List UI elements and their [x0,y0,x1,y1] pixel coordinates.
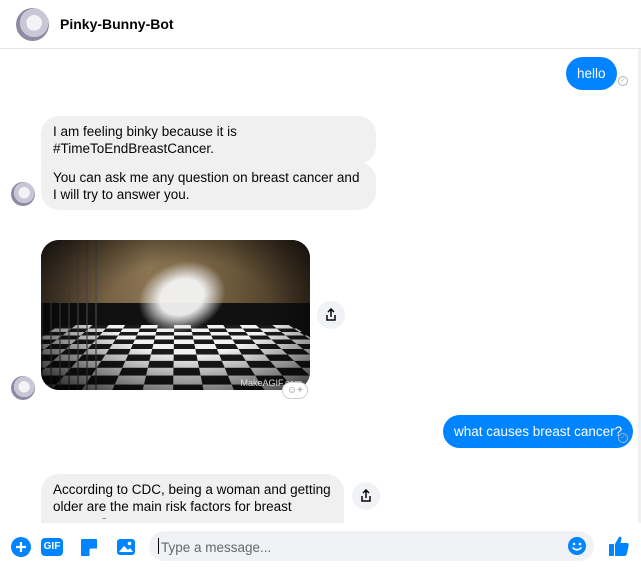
sticker-icon [81,539,97,556]
share-icon [326,308,336,321]
share-button[interactable] [352,482,380,510]
add-button[interactable] [10,536,32,558]
message-input-wrapper [149,531,594,561]
gif-icon: GIF [41,538,63,556]
bot-avatar[interactable] [11,182,35,206]
incoming-message[interactable]: I am feeling binky because it is #TimeTo… [41,116,376,164]
outgoing-message[interactable]: what causes breast cancer? [443,415,634,448]
bot-avatar[interactable] [11,376,35,400]
like-button[interactable] [606,533,632,559]
share-button[interactable] [317,301,345,329]
smiley-icon [568,537,586,555]
plus-icon [11,537,31,557]
image-icon [117,539,135,555]
incoming-message[interactable]: According to CDC, being a woman and gett… [41,474,344,523]
photo-button[interactable] [115,536,137,558]
incoming-message[interactable]: You can ask me any question on breast ca… [41,162,376,210]
chat-header: Pinky-Bunny-Bot [0,0,641,49]
outgoing-message[interactable]: hello [566,57,617,90]
gif-attachment[interactable]: MakeAGIF.com [41,240,310,390]
message-list[interactable]: hello ✓ I am feeling binky because it is… [0,49,641,523]
share-icon [361,489,371,502]
sticker-button[interactable] [78,536,100,558]
thumbs-up-icon [609,536,629,556]
bot-avatar[interactable] [16,8,49,41]
message-input[interactable] [159,537,563,557]
read-receipt-icon: ✓ [618,76,628,86]
read-receipt-icon: ✓ [618,433,628,443]
chat-title[interactable]: Pinky-Bunny-Bot [60,16,174,32]
gif-button[interactable]: GIF [41,536,63,558]
add-reaction-icon[interactable]: ☺+ [282,382,308,399]
emoji-button[interactable] [567,536,587,556]
